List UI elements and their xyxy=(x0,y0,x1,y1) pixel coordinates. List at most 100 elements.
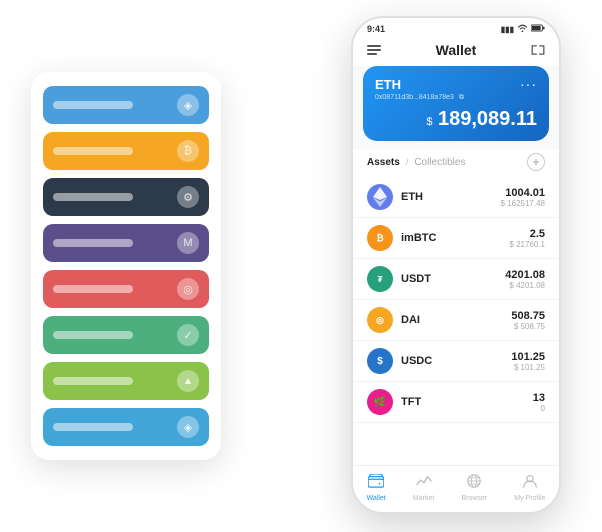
eth-card-more[interactable]: ··· xyxy=(520,76,537,92)
asset-row-dai[interactable]: ◎ DAI 508.75 $ 508.75 xyxy=(353,300,559,341)
eth-balance: $ 189,089.11 xyxy=(375,108,537,131)
phone-header: Wallet xyxy=(353,36,559,66)
tab-collectibles[interactable]: Collectibles xyxy=(414,157,465,168)
status-icons: ▮▮▮ xyxy=(501,24,545,34)
imbtc-asset-name: imBTC xyxy=(401,232,509,244)
market-nav-icon xyxy=(416,474,432,493)
stack-card-5[interactable]: ◎ xyxy=(43,270,209,308)
stack-icon-3: ⚙ xyxy=(177,186,199,208)
wifi-icon xyxy=(517,24,528,34)
eth-card[interactable]: ETH ··· 0x08711d3b...8418a78e3 ⧉ $ 189,0… xyxy=(363,66,549,141)
wallet-nav-icon xyxy=(368,474,384,493)
add-asset-button[interactable]: + xyxy=(527,153,545,171)
stack-card-7[interactable]: ▲ xyxy=(43,362,209,400)
scene: ◈ ₿ ⚙ M ◎ ✓ ▲ ◈ xyxy=(21,16,581,516)
stack-card-4[interactable]: M xyxy=(43,224,209,262)
market-nav-label: Market xyxy=(413,495,434,502)
imbtc-amount: 2.5 xyxy=(509,228,545,240)
eth-usd: $ 162517.48 xyxy=(501,199,546,208)
dai-icon: ◎ xyxy=(367,307,393,333)
tft-asset-amounts: 13 0 xyxy=(533,392,545,413)
copy-icon[interactable]: ⧉ xyxy=(459,94,464,101)
usdc-amount: 101.25 xyxy=(511,351,545,363)
stack-icon-5: ◎ xyxy=(177,278,199,300)
usdc-usd: $ 101.25 xyxy=(511,363,545,372)
eth-asset-name: ETH xyxy=(401,191,501,203)
asset-row-tft[interactable]: 🌿 TFT 13 0 xyxy=(353,382,559,423)
browser-nav-icon xyxy=(466,474,482,493)
status-bar: 9:41 ▮▮▮ xyxy=(353,18,559,36)
stack-card-1[interactable]: ◈ xyxy=(43,86,209,124)
stack-icon-6: ✓ xyxy=(177,324,199,346)
tab-assets[interactable]: Assets xyxy=(367,157,400,168)
asset-row-usdc[interactable]: $ USDC 101.25 $ 101.25 xyxy=(353,341,559,382)
imbtc-asset-amounts: 2.5 $ 21760.1 xyxy=(509,228,545,249)
nav-wallet[interactable]: Wallet xyxy=(367,474,386,502)
stack-label-3 xyxy=(53,193,133,201)
eth-amount: 1004.01 xyxy=(501,187,546,199)
stack-label-8 xyxy=(53,423,133,431)
bottom-nav: Wallet Market Browser My Profile xyxy=(353,465,559,512)
stack-label-5 xyxy=(53,285,133,293)
imbtc-usd: $ 21760.1 xyxy=(509,240,545,249)
profile-nav-label: My Profile xyxy=(514,495,545,502)
stack-label-1 xyxy=(53,101,133,109)
eth-balance-prefix: $ xyxy=(426,116,432,128)
nav-browser[interactable]: Browser xyxy=(461,474,487,502)
stack-label-6 xyxy=(53,331,133,339)
menu-icon[interactable] xyxy=(367,45,381,55)
status-time: 9:41 xyxy=(367,24,385,34)
tft-icon: 🌿 xyxy=(367,389,393,415)
eth-address-text: 0x08711d3b...8418a78e3 xyxy=(375,94,454,101)
browser-nav-label: Browser xyxy=(461,495,487,502)
stack-icon-4: M xyxy=(177,232,199,254)
usdt-asset-amounts: 4201.08 $ 4201.08 xyxy=(505,269,545,290)
asset-row-eth[interactable]: ETH 1004.01 $ 162517.48 xyxy=(353,177,559,218)
asset-row-usdt[interactable]: ₮ USDT 4201.08 $ 4201.08 xyxy=(353,259,559,300)
stack-card-3[interactable]: ⚙ xyxy=(43,178,209,216)
usdc-icon: $ xyxy=(367,348,393,374)
expand-icon[interactable] xyxy=(531,43,545,58)
tft-asset-name: TFT xyxy=(401,396,533,408)
usdc-asset-name: USDC xyxy=(401,355,511,367)
eth-icon xyxy=(367,184,393,210)
tabs-divider: / xyxy=(406,157,409,167)
eth-card-header: ETH ··· xyxy=(375,76,537,92)
stack-icon-2: ₿ xyxy=(177,140,199,162)
usdt-amount: 4201.08 xyxy=(505,269,545,281)
stack-icon-8: ◈ xyxy=(177,416,199,438)
stack-label-7 xyxy=(53,377,133,385)
eth-card-label: ETH xyxy=(375,77,401,92)
stack-label-2 xyxy=(53,147,133,155)
dai-asset-amounts: 508.75 $ 508.75 xyxy=(511,310,545,331)
eth-asset-amounts: 1004.01 $ 162517.48 xyxy=(501,187,546,208)
card-stack: ◈ ₿ ⚙ M ◎ ✓ ▲ ◈ xyxy=(31,72,221,460)
stack-icon-7: ▲ xyxy=(177,370,199,392)
stack-label-4 xyxy=(53,239,133,247)
usdt-asset-name: USDT xyxy=(401,273,505,285)
stack-card-2[interactable]: ₿ xyxy=(43,132,209,170)
nav-market[interactable]: Market xyxy=(413,474,434,502)
battery-icon xyxy=(531,24,545,34)
asset-row-imbtc[interactable]: ₿ imBTC 2.5 $ 21760.1 xyxy=(353,218,559,259)
stack-card-6[interactable]: ✓ xyxy=(43,316,209,354)
asset-list: ETH 1004.01 $ 162517.48 ₿ imBTC 2.5 $ 21… xyxy=(353,177,559,465)
imbtc-icon: ₿ xyxy=(367,225,393,251)
dai-usd: $ 508.75 xyxy=(511,322,545,331)
signal-icon: ▮▮▮ xyxy=(501,25,514,34)
tft-amount: 13 xyxy=(533,392,545,404)
tft-usd: 0 xyxy=(533,404,545,413)
dai-asset-name: DAI xyxy=(401,314,511,326)
stack-icon-1: ◈ xyxy=(177,94,199,116)
assets-tabs: Assets / Collectibles xyxy=(367,157,465,168)
eth-balance-amount: 189,089.11 xyxy=(438,108,537,130)
eth-address: 0x08711d3b...8418a78e3 ⧉ xyxy=(375,94,537,102)
wallet-nav-label: Wallet xyxy=(367,495,386,502)
nav-profile[interactable]: My Profile xyxy=(514,474,545,502)
phone-mockup: 9:41 ▮▮▮ Wallet ETH xyxy=(351,16,561,514)
usdc-asset-amounts: 101.25 $ 101.25 xyxy=(511,351,545,372)
dai-amount: 508.75 xyxy=(511,310,545,322)
stack-card-8[interactable]: ◈ xyxy=(43,408,209,446)
usdt-usd: $ 4201.08 xyxy=(505,281,545,290)
usdt-icon: ₮ xyxy=(367,266,393,292)
